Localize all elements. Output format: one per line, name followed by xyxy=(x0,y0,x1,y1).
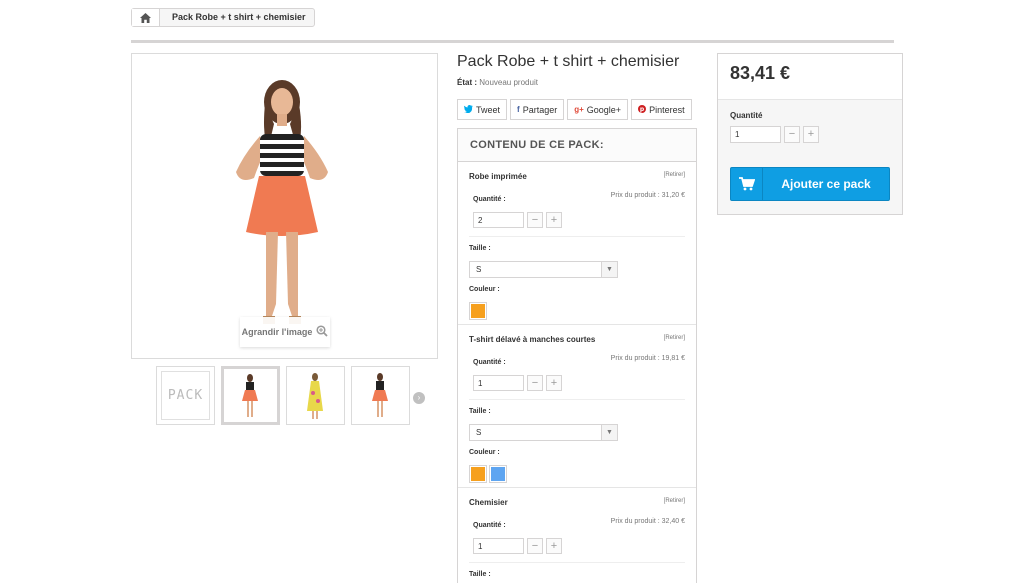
pack-item: Chemisier [Retirer] Quantité : Prix du p… xyxy=(458,488,696,583)
plus-icon[interactable]: + xyxy=(803,126,819,143)
pack-thumb-text: PACK xyxy=(161,371,210,420)
pack-item: Robe imprimée [Retirer] Quantité : Prix … xyxy=(458,162,696,325)
pack-price: 83,41 € xyxy=(718,54,902,100)
quantity-stepper: 2 − + xyxy=(473,212,562,228)
chevron-right-icon[interactable]: › xyxy=(413,392,425,404)
thumbnail-yellow-dress[interactable] xyxy=(286,366,345,425)
divider xyxy=(469,236,685,237)
twitter-icon xyxy=(464,104,473,115)
svg-text:p: p xyxy=(640,106,645,113)
size-label: Taille : xyxy=(469,245,491,252)
size-value: S xyxy=(476,428,482,437)
quantity-input[interactable]: 2 xyxy=(473,212,524,228)
size-label: Taille : xyxy=(469,571,491,578)
product-price: Prix du produit : 19,81 € xyxy=(610,355,685,362)
remove-link[interactable]: [Retirer] xyxy=(664,172,685,178)
chevron-down-icon: ▼ xyxy=(601,262,617,277)
google-plus-button[interactable]: g+ Google+ xyxy=(567,99,629,120)
minus-icon[interactable]: − xyxy=(527,375,543,391)
quantity-stepper: 1 − + xyxy=(730,126,819,143)
chevron-down-icon: ▼ xyxy=(601,425,617,440)
model-figure xyxy=(236,80,328,324)
plus-icon[interactable]: + xyxy=(546,212,562,228)
quantity-stepper: 1 − + xyxy=(473,375,562,391)
remove-link[interactable]: [Retirer] xyxy=(664,335,685,341)
divider xyxy=(469,562,685,563)
pack-heading: CONTENU DE CE PACK: xyxy=(458,129,696,162)
social-share-bar: Tweet f Partager g+ Google+ p Pinterest xyxy=(457,99,692,120)
minus-icon[interactable]: − xyxy=(527,538,543,554)
page-title: Pack Robe + t shirt + chemisier xyxy=(457,53,680,70)
breadcrumb-current: Pack Robe + t shirt + chemisier xyxy=(172,12,306,22)
plus-icon[interactable]: + xyxy=(546,375,562,391)
buy-box: 83,41 € Quantité 1 − + Ajouter ce pack xyxy=(717,53,903,215)
zoom-label: Agrandir l'image xyxy=(241,327,313,337)
zoom-button[interactable]: Agrandir l'image xyxy=(240,317,330,347)
cart-icon xyxy=(731,168,763,200)
color-swatch-blue[interactable] xyxy=(489,465,507,483)
minus-icon[interactable]: − xyxy=(784,126,800,143)
breadcrumb: Pack Robe + t shirt + chemisier xyxy=(131,8,315,27)
tweet-label: Tweet xyxy=(476,104,501,115)
thumbnail-orange-dress-2[interactable] xyxy=(351,366,410,425)
product-price: Prix du produit : 32,40 € xyxy=(610,518,685,525)
size-select[interactable]: S ▼ xyxy=(469,424,618,441)
add-pack-label: Ajouter ce pack xyxy=(781,177,871,191)
thumbnail-orange-dress[interactable] xyxy=(221,366,280,425)
color-swatch-orange[interactable] xyxy=(469,465,487,483)
pack-item: T-shirt délavé à manches courtes [Retire… xyxy=(458,325,696,488)
plus-icon[interactable]: + xyxy=(546,538,562,554)
facebook-share-button[interactable]: f Partager xyxy=(510,99,565,120)
pinterest-label: Pinterest xyxy=(649,104,685,115)
pack-item-name: Chemisier xyxy=(469,498,508,507)
minus-icon[interactable]: − xyxy=(527,212,543,228)
remove-link[interactable]: [Retirer] xyxy=(664,498,685,504)
color-label: Couleur : xyxy=(469,449,500,456)
quantity-input[interactable]: 1 xyxy=(730,126,781,143)
color-swatch-orange[interactable] xyxy=(469,302,487,320)
pack-item-name: Robe imprimée xyxy=(469,172,527,181)
quantity-input[interactable]: 1 xyxy=(473,375,524,391)
google-label: Google+ xyxy=(586,104,622,115)
google-plus-icon: g+ xyxy=(574,105,584,114)
partager-label: Partager xyxy=(522,104,558,115)
color-swatches xyxy=(469,465,507,483)
condition-value: Nouveau produit xyxy=(479,78,538,87)
size-value: S xyxy=(476,265,482,274)
main-product-image[interactable]: Agrandir l'image xyxy=(131,53,438,359)
quantity-label: Quantité : xyxy=(473,359,506,366)
facebook-icon: f xyxy=(517,105,520,114)
tweet-button[interactable]: Tweet xyxy=(457,99,508,120)
zoom-in-icon xyxy=(316,325,328,339)
thumbnail-pack[interactable]: PACK xyxy=(156,366,215,425)
condition-label: État : xyxy=(457,78,477,87)
pinterest-icon: p xyxy=(638,104,647,115)
thumbnail-list: PACK xyxy=(156,366,410,425)
quantity-input[interactable]: 1 xyxy=(473,538,524,554)
color-label: Couleur : xyxy=(469,286,500,293)
quantity-label: Quantité : xyxy=(473,522,506,529)
product-condition: État : Nouveau produit xyxy=(457,78,538,87)
pinterest-button[interactable]: p Pinterest xyxy=(631,99,692,120)
divider xyxy=(131,40,894,43)
color-swatches xyxy=(469,302,487,320)
home-icon[interactable] xyxy=(132,9,160,26)
pack-item-name: T-shirt délavé à manches courtes xyxy=(469,335,596,344)
add-pack-button[interactable]: Ajouter ce pack xyxy=(730,167,890,201)
size-select[interactable]: S ▼ xyxy=(469,261,618,278)
quantity-stepper: 1 − + xyxy=(473,538,562,554)
size-label: Taille : xyxy=(469,408,491,415)
quantity-label: Quantité : xyxy=(473,196,506,203)
quantity-label: Quantité xyxy=(730,111,763,120)
pack-contents: CONTENU DE CE PACK: Robe imprimée [Retir… xyxy=(457,128,697,583)
divider xyxy=(469,399,685,400)
product-price: Prix du produit : 31,20 € xyxy=(610,192,685,199)
